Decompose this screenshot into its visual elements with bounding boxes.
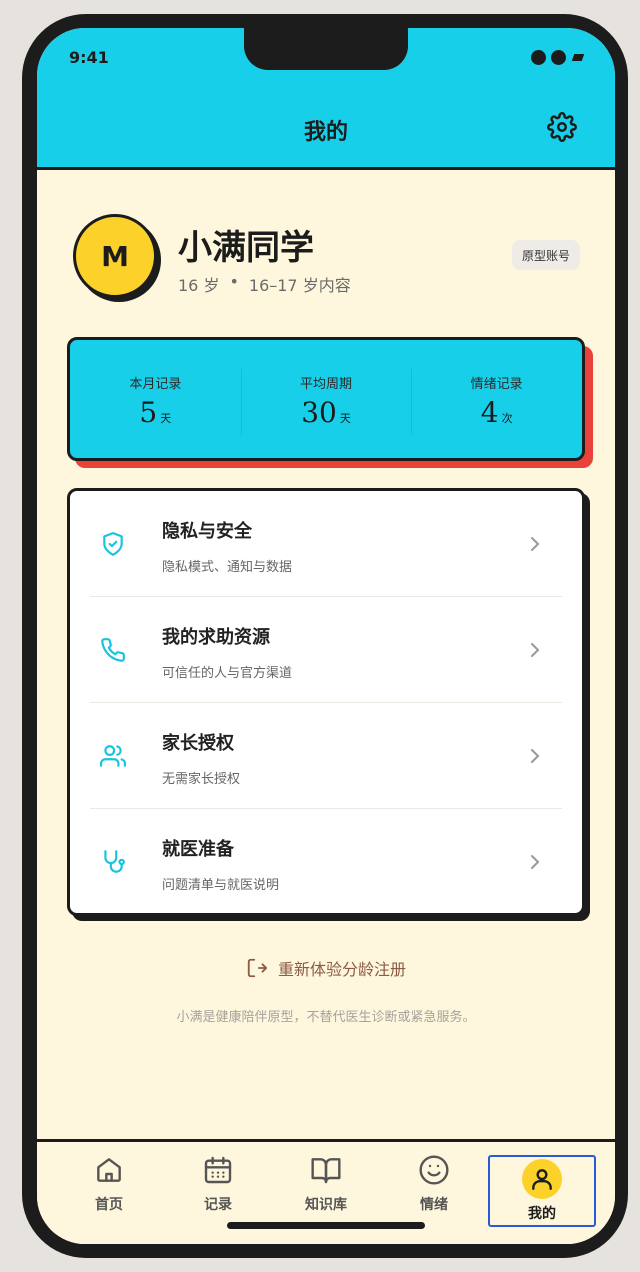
home-icon xyxy=(97,1158,121,1182)
menu-item-subtitle: 可信任的人与官方渠道 xyxy=(162,666,293,681)
menu-item-help-resources[interactable]: 我的求助资源 可信任的人与官方渠道 xyxy=(90,597,562,703)
signal-icon xyxy=(531,50,546,65)
page-title: 我的 xyxy=(303,120,348,145)
top-bar: 9:41 我的 xyxy=(37,28,615,170)
menu-item-medical-prep[interactable]: 就医准备 问题清单与就医说明 xyxy=(90,809,562,915)
content-range: 16–17 岁内容 xyxy=(248,276,351,295)
gear-icon[interactable] xyxy=(547,112,577,142)
stat-average-cycle: 平均周期 30 天 xyxy=(240,369,412,435)
stat-label: 平均周期 xyxy=(300,377,353,392)
menu-item-subtitle: 隐私模式、通知与数据 xyxy=(162,560,293,575)
tab-me[interactable]: 我的 xyxy=(488,1155,596,1227)
user-age: 16 岁 xyxy=(178,276,220,295)
stat-mood-records: 情绪记录 4次 xyxy=(411,369,582,435)
book-icon xyxy=(311,1158,341,1184)
chevron-right-icon xyxy=(531,749,540,763)
reregister-label: 重新体验分龄注册 xyxy=(277,960,406,979)
user-icon xyxy=(532,1169,552,1190)
smile-icon xyxy=(419,1155,449,1185)
menu-item-title: 我的求助资源 xyxy=(162,627,270,648)
stats-card: 本月记录 5天 平均周期 30 天 情绪记录 4次 xyxy=(67,337,585,461)
avatar: M xyxy=(73,214,157,298)
menu-item-privacy[interactable]: 隐私与安全 隐私模式、通知与数据 xyxy=(90,491,562,597)
status-time: 9:41 xyxy=(69,48,109,67)
reregister-button[interactable]: 重新体验分龄注册 xyxy=(37,956,615,980)
stat-label: 情绪记录 xyxy=(470,377,523,392)
user-meta: 16 岁 • 16–17 岁内容 xyxy=(178,272,351,296)
wifi-icon xyxy=(551,50,566,65)
tab-label: 情绪 xyxy=(420,1197,448,1213)
tab-label: 我的 xyxy=(528,1206,556,1222)
stat-value: 5 xyxy=(139,396,158,429)
disclaimer: 小满是健康陪伴原型，不替代医生诊断或紧急服务。 xyxy=(176,1010,476,1025)
home-indicator xyxy=(227,1222,425,1229)
settings-menu: 隐私与安全 隐私模式、通知与数据 我的求助资源 可信任的人与官方渠道 家长授权 … xyxy=(67,488,585,916)
screen: 9:41 我的 M 小满同学 16 岁 • 16–17 岁内容 原型账号 本月记… xyxy=(37,28,615,1244)
user-name: 小满同学 xyxy=(178,228,314,268)
chevron-right-icon xyxy=(531,643,540,657)
stat-unit: 天 xyxy=(339,412,351,425)
stat-unit: 次 xyxy=(501,412,513,425)
battery-icon xyxy=(571,54,585,61)
users-icon xyxy=(100,745,126,767)
tab-active-highlight xyxy=(522,1159,562,1199)
prototype-badge: 原型账号 xyxy=(512,240,581,270)
chevron-right-icon xyxy=(531,537,540,551)
tab-knowledge[interactable]: 知识库 xyxy=(272,1154,380,1224)
menu-item-title: 就医准备 xyxy=(162,839,234,860)
stat-unit: 天 xyxy=(160,412,172,425)
tab-label: 知识库 xyxy=(305,1197,347,1213)
stat-value: 30 xyxy=(301,396,337,429)
logout-icon xyxy=(247,958,268,978)
status-icons xyxy=(531,50,585,65)
menu-item-subtitle: 无需家长授权 xyxy=(162,772,241,787)
menu-item-title: 家长授权 xyxy=(162,733,234,754)
phone-icon xyxy=(101,638,125,662)
tab-label: 记录 xyxy=(204,1197,232,1213)
stat-value: 4 xyxy=(480,396,499,429)
tab-mood[interactable]: 情绪 xyxy=(380,1154,488,1224)
menu-item-title: 隐私与安全 xyxy=(162,521,252,542)
stethoscope-icon xyxy=(104,850,125,873)
stat-label: 本月记录 xyxy=(129,377,182,392)
tab-records[interactable]: 记录 xyxy=(164,1154,272,1224)
shield-check-icon xyxy=(103,532,123,556)
meta-separator: • xyxy=(229,272,239,291)
tab-home[interactable]: 首页 xyxy=(55,1154,163,1224)
menu-item-parental-consent[interactable]: 家长授权 无需家长授权 xyxy=(90,703,562,809)
tab-label: 首页 xyxy=(95,1197,123,1213)
stat-monthly-records: 本月记录 5天 xyxy=(70,369,241,429)
calendar-icon xyxy=(204,1156,232,1184)
notch xyxy=(244,28,408,70)
chevron-right-icon xyxy=(531,855,540,869)
menu-item-subtitle: 问题清单与就医说明 xyxy=(162,878,280,893)
